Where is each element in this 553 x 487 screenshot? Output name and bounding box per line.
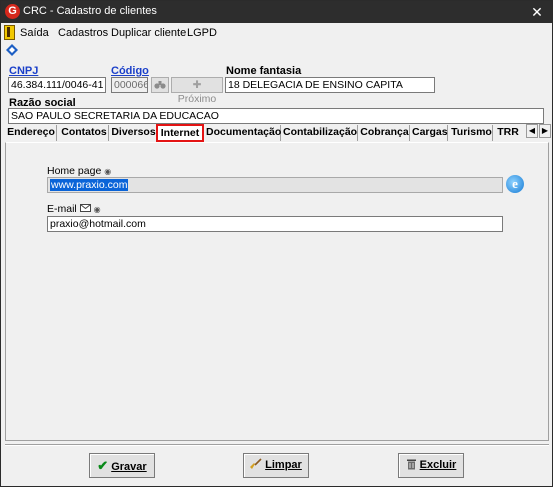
homepage-value: www.praxio.com xyxy=(50,179,129,191)
menu-lgpd[interactable]: LGPD xyxy=(187,27,217,39)
gravar-button[interactable]: ✔ Gravar xyxy=(89,453,155,478)
tab-contatos[interactable]: Contatos xyxy=(60,125,109,141)
tab-documentacao[interactable]: Documentação xyxy=(206,125,281,141)
lock-icon: ◉ xyxy=(93,205,101,214)
razao-social-field[interactable]: SAO PAULO SECRETARIA DA EDUCACAO xyxy=(8,108,544,124)
tab-cobranca[interactable]: Cobrança xyxy=(360,125,410,141)
app-logo-icon: G xyxy=(5,4,20,19)
check-icon: ✔ xyxy=(97,458,109,473)
codigo-field[interactable]: 000066 xyxy=(111,77,148,93)
proximo-button[interactable]: ✚ Próximo xyxy=(171,77,223,105)
broom-icon xyxy=(250,454,262,477)
trash-icon-glyph xyxy=(406,459,416,470)
chevron-right-icon: ▶ xyxy=(541,126,549,135)
email-icon xyxy=(79,203,94,215)
cnpj-label[interactable]: CNPJ xyxy=(9,65,38,77)
homepage-field[interactable]: www.praxio.com xyxy=(47,177,503,193)
bottom-separator xyxy=(5,444,549,446)
window-title: CRC - Cadastro de clientes xyxy=(23,5,157,17)
limpar-label: Limpar xyxy=(265,459,302,471)
title-bar: G CRC - Cadastro de clientes ✕ xyxy=(1,1,552,23)
main-window: G CRC - Cadastro de clientes ✕ Saída Cad… xyxy=(0,0,553,487)
excluir-label: Excluir xyxy=(419,459,457,471)
chevron-left-icon: ◀ xyxy=(528,126,536,135)
trash-icon xyxy=(406,454,417,477)
tab-turismo[interactable]: Turismo xyxy=(451,125,493,141)
limpar-button[interactable]: Limpar xyxy=(243,453,309,478)
email-field[interactable]: praxio@hotmail.com xyxy=(47,216,503,232)
binoculars-icon xyxy=(154,81,166,93)
tab-endereco[interactable]: Endereço xyxy=(6,125,57,141)
email-label: E-mail ◉ xyxy=(47,203,101,215)
search-binoculars-button[interactable] xyxy=(151,77,169,93)
tab-strip: Endereço Contatos Diversos Internet Docu… xyxy=(6,124,552,142)
homepage-label-text: Home page xyxy=(47,165,102,177)
close-button[interactable]: ✕ xyxy=(524,2,550,22)
menu-duplicar-cliente[interactable]: Duplicar cliente xyxy=(111,27,186,39)
exit-door-icon xyxy=(4,25,15,40)
codigo-label[interactable]: Código xyxy=(111,65,149,77)
nome-fantasia-field[interactable]: 18 DELEGACIA DE ENSINO CAPITA xyxy=(225,77,435,93)
email-icon-glyph xyxy=(79,204,91,212)
tab-scroll-right-button[interactable]: ▶ xyxy=(539,124,551,138)
tab-trr[interactable]: TRR xyxy=(495,125,521,141)
email-label-text: E-mail xyxy=(47,203,77,215)
plus-icon: ✚ xyxy=(192,79,202,91)
browser-icon[interactable]: e xyxy=(506,175,524,193)
cnpj-field[interactable]: 46.384.111/0046-41 xyxy=(8,77,106,93)
gravar-label: Gravar xyxy=(111,461,147,473)
menu-cadastros[interactable]: Cadastros xyxy=(58,27,108,39)
broom-icon-glyph xyxy=(250,458,262,469)
binoculars-icon-glyph xyxy=(154,81,166,89)
tab-diversos[interactable]: Diversos xyxy=(111,125,157,141)
navigation-icon[interactable] xyxy=(6,44,18,56)
lock-icon: ◉ xyxy=(104,167,112,176)
tab-scroll-left-button[interactable]: ◀ xyxy=(526,124,538,138)
proximo-label: Próximo xyxy=(177,93,217,105)
nome-fantasia-label: Nome fantasia xyxy=(226,65,302,77)
excluir-button[interactable]: Excluir xyxy=(398,453,464,478)
tab-internet[interactable]: Internet xyxy=(156,124,204,142)
tab-contabilizacao[interactable]: Contabilização xyxy=(283,125,358,141)
menu-saida[interactable]: Saída xyxy=(20,27,49,39)
homepage-label: Home page ◉ xyxy=(47,165,111,177)
navigation-icon-glyph xyxy=(6,44,18,56)
tab-cargas[interactable]: Cargas xyxy=(412,125,448,141)
